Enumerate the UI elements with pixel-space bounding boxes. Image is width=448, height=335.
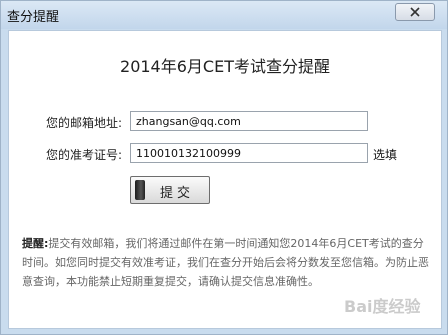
dialog-heading: 2014年6月CET考试查分提醒 [120,57,330,76]
email-label: 您的邮箱地址: [46,116,123,130]
submit-label: 提交 [159,185,194,200]
dialog-body: 2014年6月CET考试查分提醒 您的邮箱地址: 您的准考证号: 选填 提交 提… [8,30,442,329]
title-bar[interactable]: 查分提醒 [1,1,447,29]
close-icon [410,7,420,17]
exam-id-field[interactable] [130,143,368,163]
watermark-logo: Bai度经验 [344,297,421,316]
notice-text: 提醒:提交有效邮箱，我们将通过邮件在第一时间通知您2014年6月CET考试的查分… [22,234,434,291]
close-button[interactable] [395,3,435,21]
dialog-window: 查分提醒 2014年6月CET考试查分提醒 您的邮箱地址: 您的准考证号: 选填… [0,0,448,335]
window-title: 查分提醒 [7,10,60,25]
notice-body: 提交有效邮箱，我们将通过邮件在第一时间通知您2014年6月CET考试的查分时间。… [22,237,429,288]
button-grip [135,180,145,200]
email-field[interactable] [130,111,368,131]
submit-button[interactable]: 提交 [130,176,210,204]
optional-select-link[interactable]: 选填 [373,146,397,163]
notice-heading: 提醒: [22,237,49,250]
exam-id-label: 您的准考证号: [46,148,123,162]
